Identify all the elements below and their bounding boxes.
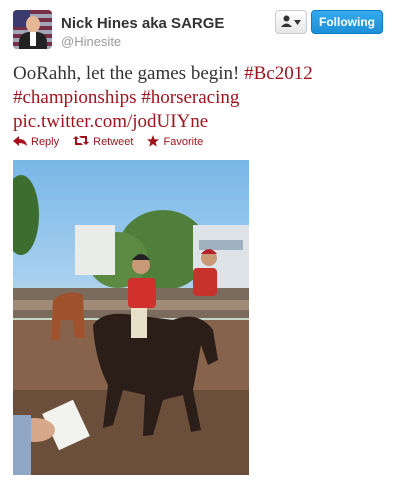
display-name[interactable]: Nick Hines aka SARGE	[61, 15, 224, 32]
tweet-actions: Reply Retweet Favorite	[13, 134, 203, 150]
following-button[interactable]: Following	[311, 10, 383, 34]
user-handle[interactable]: @Hinesite	[61, 34, 121, 49]
hashtag-championships[interactable]: #championships	[13, 87, 137, 108]
grandstand-sign	[199, 240, 243, 250]
caret-down-icon	[294, 16, 301, 28]
retweet-label: Retweet	[93, 136, 134, 148]
retweet-icon	[73, 135, 90, 149]
reply-action[interactable]: Reply	[13, 134, 59, 150]
hashtag-bc2012[interactable]: #Bc2012	[244, 63, 313, 84]
tweet-text: OoRahh, let the games begin! #Bc2012 #ch…	[13, 62, 383, 134]
grandstand-building	[75, 225, 115, 275]
racetrack-photo-illustration	[13, 175, 249, 475]
retweet-action[interactable]: Retweet	[73, 134, 133, 150]
second-jockey-silks	[193, 268, 217, 296]
user-avatar[interactable]	[13, 10, 52, 49]
pic-link[interactable]: pic.twitter.com/jodUIYne	[13, 111, 208, 132]
tweet-text-body: OoRahh, let the games begin!	[13, 63, 245, 84]
jockey-silks	[128, 278, 156, 308]
favorite-label: Favorite	[163, 136, 204, 148]
avatar-shirt	[30, 32, 36, 46]
tweet-header: Nick Hines aka SARGE @Hinesite Following	[13, 10, 383, 54]
tree	[13, 175, 39, 255]
tweet-photo[interactable]	[13, 160, 249, 475]
reply-label: Reply	[31, 136, 60, 148]
user-actions-dropdown[interactable]	[275, 10, 307, 34]
jockey-pants	[131, 308, 147, 338]
hashtag-horseracing[interactable]: #horseracing	[141, 87, 239, 108]
star-icon	[147, 134, 160, 150]
user-icon	[281, 15, 292, 30]
favorite-action[interactable]: Favorite	[147, 134, 203, 150]
avatar-head	[26, 16, 40, 32]
reply-arrow-icon	[13, 135, 27, 149]
spectator-sleeve	[13, 415, 31, 475]
